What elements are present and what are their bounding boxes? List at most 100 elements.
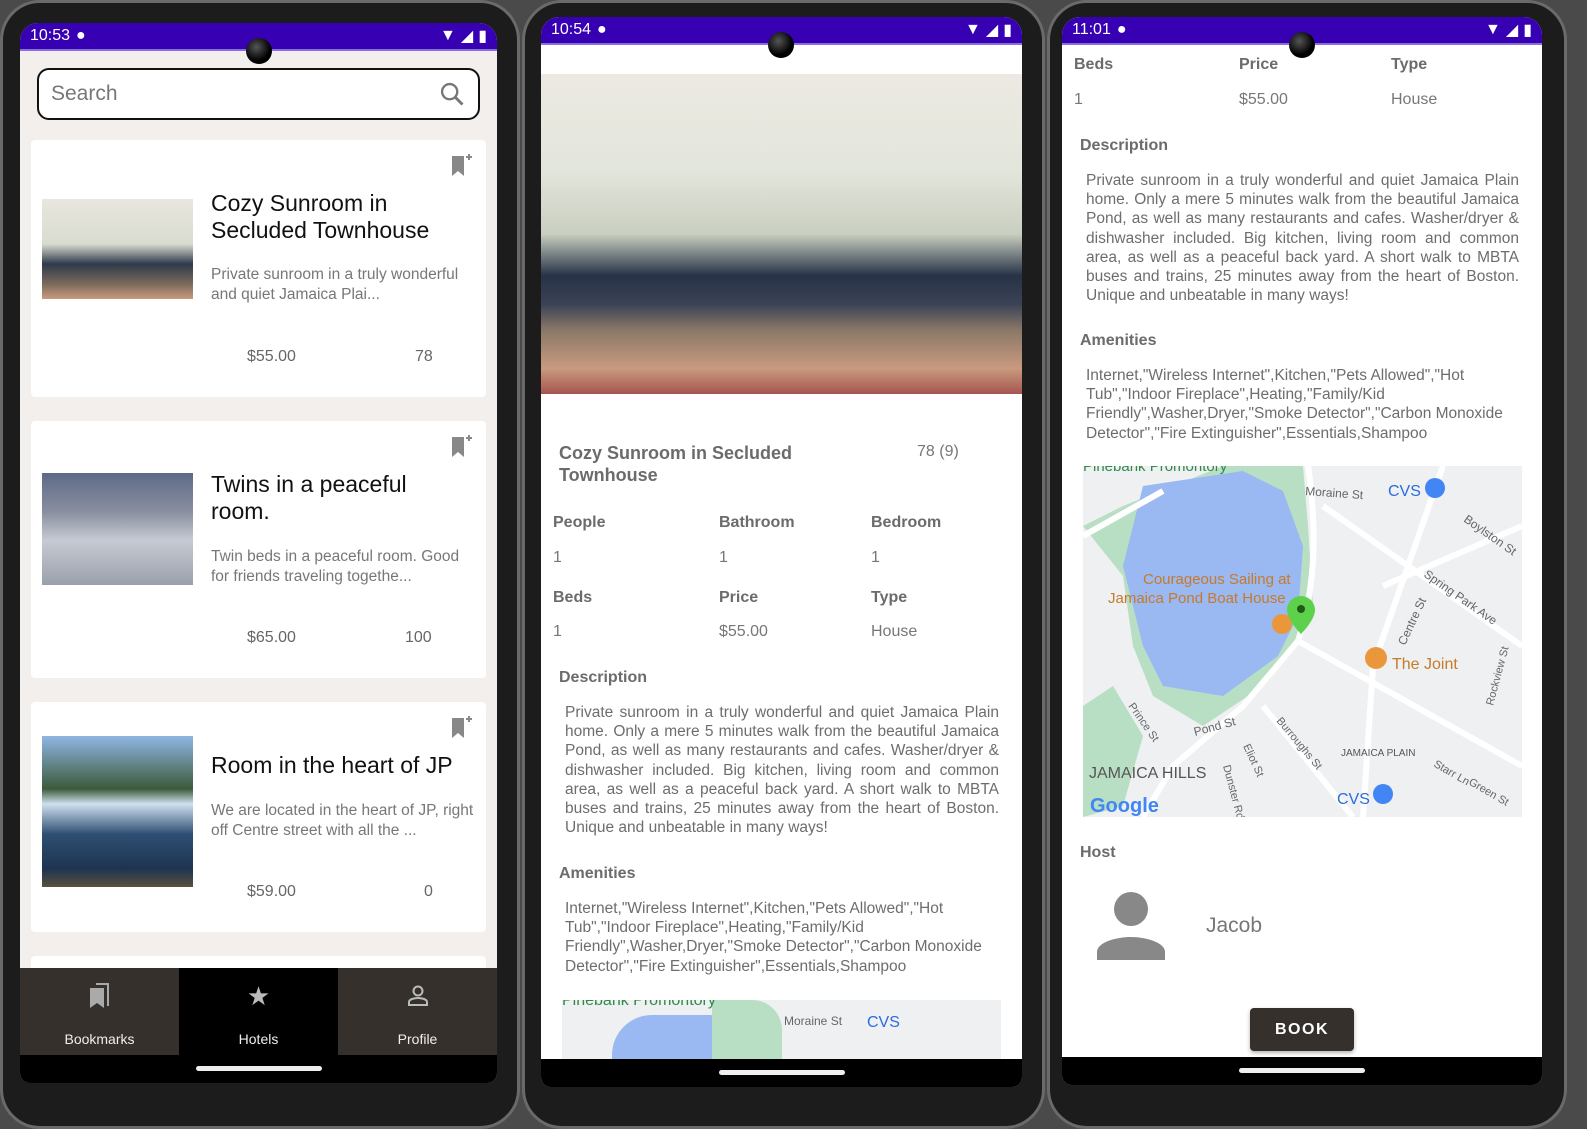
map-park <box>712 1000 782 1060</box>
signal-icon: ◢ <box>1505 22 1519 39</box>
hotel-description: We are located in the heart of JP, right… <box>211 802 474 839</box>
description-text: Private sunroom in a truly wonderful and… <box>565 704 999 837</box>
field-value: 1 <box>553 623 562 640</box>
gesture-bar <box>1062 1057 1542 1085</box>
search-icon[interactable] <box>438 80 466 108</box>
search-input[interactable]: Search <box>37 68 480 120</box>
star-icon: ★ <box>246 981 271 1011</box>
status-time: 10:53 <box>30 27 71 44</box>
map-label-jamaica-plain: JAMAICA PLAIN <box>1341 748 1415 759</box>
bookmark-add-icon[interactable] <box>450 435 472 459</box>
field-label: People <box>553 514 606 531</box>
status-time: 10:54 <box>551 21 592 38</box>
amenities-label: Amenities <box>559 865 636 882</box>
map-label-cvs-2: CVS <box>1337 791 1370 808</box>
hotel-price: $65.00 <box>247 629 296 646</box>
detail-rating: 78 (9) <box>917 443 959 460</box>
field-value: 1 <box>871 549 880 566</box>
field-label: Price <box>1239 56 1279 73</box>
camera-cutout <box>1289 32 1315 58</box>
nav-profile[interactable]: Profile <box>338 968 497 1055</box>
home-handle[interactable] <box>1239 1068 1365 1073</box>
host-label: Host <box>1080 844 1116 861</box>
hotel-hero-photo <box>541 74 1022 394</box>
field-value: 1 <box>553 549 562 566</box>
map-label-courageous-2: Jamaica Pond Boat House <box>1108 590 1286 607</box>
hotel-price: $55.00 <box>247 348 296 365</box>
detail-title: Cozy Sunroom in Secluded Townhouse <box>559 443 793 485</box>
map-label-cvs: CVS <box>1388 483 1421 500</box>
field-label: Beds <box>553 589 593 606</box>
hotel-title: Twins in a peaceful room. <box>211 471 407 524</box>
battery-icon: ▮ <box>1003 22 1012 39</box>
amenities-label: Amenities <box>1080 332 1157 349</box>
map-label-park: Pinebank Promontory <box>562 1000 716 1009</box>
hotel-detail-screen-scrolled: 11:01 ● ▼ ◢ ▮ Beds Price Type 1 $55.00 Hou… <box>1062 17 1542 1085</box>
hotel-title: Cozy Sunroom in Secluded Townhouse <box>211 190 430 243</box>
nav-label: Profile <box>397 1031 438 1047</box>
book-button[interactable]: BOOK <box>1250 1008 1354 1051</box>
hotel-description: Private sunroom in a truly wonderful and… <box>211 266 459 303</box>
restaurant-pin-icon[interactable] <box>1365 647 1387 669</box>
map-label-cvs: CVS <box>867 1014 900 1031</box>
nav-label: Bookmarks <box>64 1031 135 1047</box>
field-value: House <box>1391 91 1438 108</box>
location-map[interactable]: Pinebank Promontory Moraine St CVS Boyls… <box>1083 466 1522 817</box>
field-value: 1 <box>719 549 728 566</box>
host-avatar-icon <box>1097 892 1165 960</box>
bookmarks-icon <box>89 983 109 1008</box>
nav-label: Hotels <box>238 1031 279 1047</box>
description-text: Private sunroom in a truly wonderful and… <box>1086 172 1519 305</box>
hotel-rating: 100 <box>405 629 432 646</box>
field-label: Bedroom <box>871 514 942 531</box>
sunroom-photo <box>42 199 193 299</box>
battery-icon: ▮ <box>478 28 487 45</box>
field-label: Beds <box>1074 56 1114 73</box>
bookmark-add-icon[interactable] <box>450 716 472 740</box>
hotel-detail-screen: 10:54 ● ▼ ◢ ▮ Cozy Sunroom in Secluded Tow… <box>541 17 1022 1087</box>
signal-icon: ◢ <box>460 28 474 45</box>
hotel-rating: 0 <box>424 883 433 900</box>
map-label-joint: The Joint <box>1392 656 1458 673</box>
field-value: $55.00 <box>719 623 768 640</box>
description-label: Description <box>1080 137 1169 154</box>
person-icon <box>407 985 428 1006</box>
host-name: Jacob <box>1206 914 1263 937</box>
hotel-price: $59.00 <box>247 883 296 900</box>
pin-dot <box>1297 605 1305 613</box>
gesture-bar <box>20 1055 497 1083</box>
twin-bedroom-photo <box>42 473 193 585</box>
shop-pin-icon[interactable] <box>1425 478 1445 498</box>
hotel-title: Room in the heart of JP <box>211 752 453 778</box>
map-label-jamaica-hills: JAMAICA HILLS <box>1089 765 1206 782</box>
field-value: House <box>871 623 918 640</box>
camera-cutout <box>246 38 272 64</box>
home-handle[interactable] <box>195 1066 322 1071</box>
hotel-list-screen: 10:53 ● ▼ ◢ ▮ Search Cozy Sunroom in Seclu… <box>20 23 497 1083</box>
nav-bookmarks[interactable]: Bookmarks <box>20 968 179 1055</box>
shop-pin-icon[interactable] <box>1373 784 1393 804</box>
field-value: 1 <box>1074 91 1083 108</box>
camera-cutout <box>768 32 794 58</box>
hotel-card[interactable]: Cozy Sunroom in Secluded Townhouse Priva… <box>31 140 486 397</box>
hotel-description: Twin beds in a peaceful room. Good for f… <box>211 548 460 585</box>
hotel-card[interactable]: Room in the heart of JP We are located i… <box>31 702 486 932</box>
hotel-card[interactable]: Twins in a peaceful room. Twin beds in a… <box>31 421 486 678</box>
field-label: Type <box>871 589 908 606</box>
bookmark-add-icon[interactable] <box>450 154 472 178</box>
wifi-icon: ▼ <box>440 27 456 44</box>
nav-hotels[interactable]: ★ Hotels <box>179 968 338 1055</box>
amenities-text: Internet,"Wireless Internet",Kitchen,"Pe… <box>565 900 982 975</box>
notification-icon: ● <box>597 21 607 38</box>
field-label: Price <box>719 589 759 606</box>
location-map[interactable]: Pinebank Promontory Moraine St CVS <box>562 1000 1001 1060</box>
notification-icon: ● <box>1116 21 1127 38</box>
wifi-icon: ▼ <box>1485 21 1501 38</box>
home-handle[interactable] <box>718 1070 845 1075</box>
status-time: 11:01 <box>1072 21 1111 38</box>
map-label-moraine: Moraine St <box>784 1014 843 1028</box>
bottom-navigation: Bookmarks ★ Hotels Profile <box>20 968 497 1055</box>
google-logo: Google <box>1090 795 1159 817</box>
search-placeholder: Search <box>51 82 118 105</box>
field-label: Bathroom <box>719 514 795 531</box>
